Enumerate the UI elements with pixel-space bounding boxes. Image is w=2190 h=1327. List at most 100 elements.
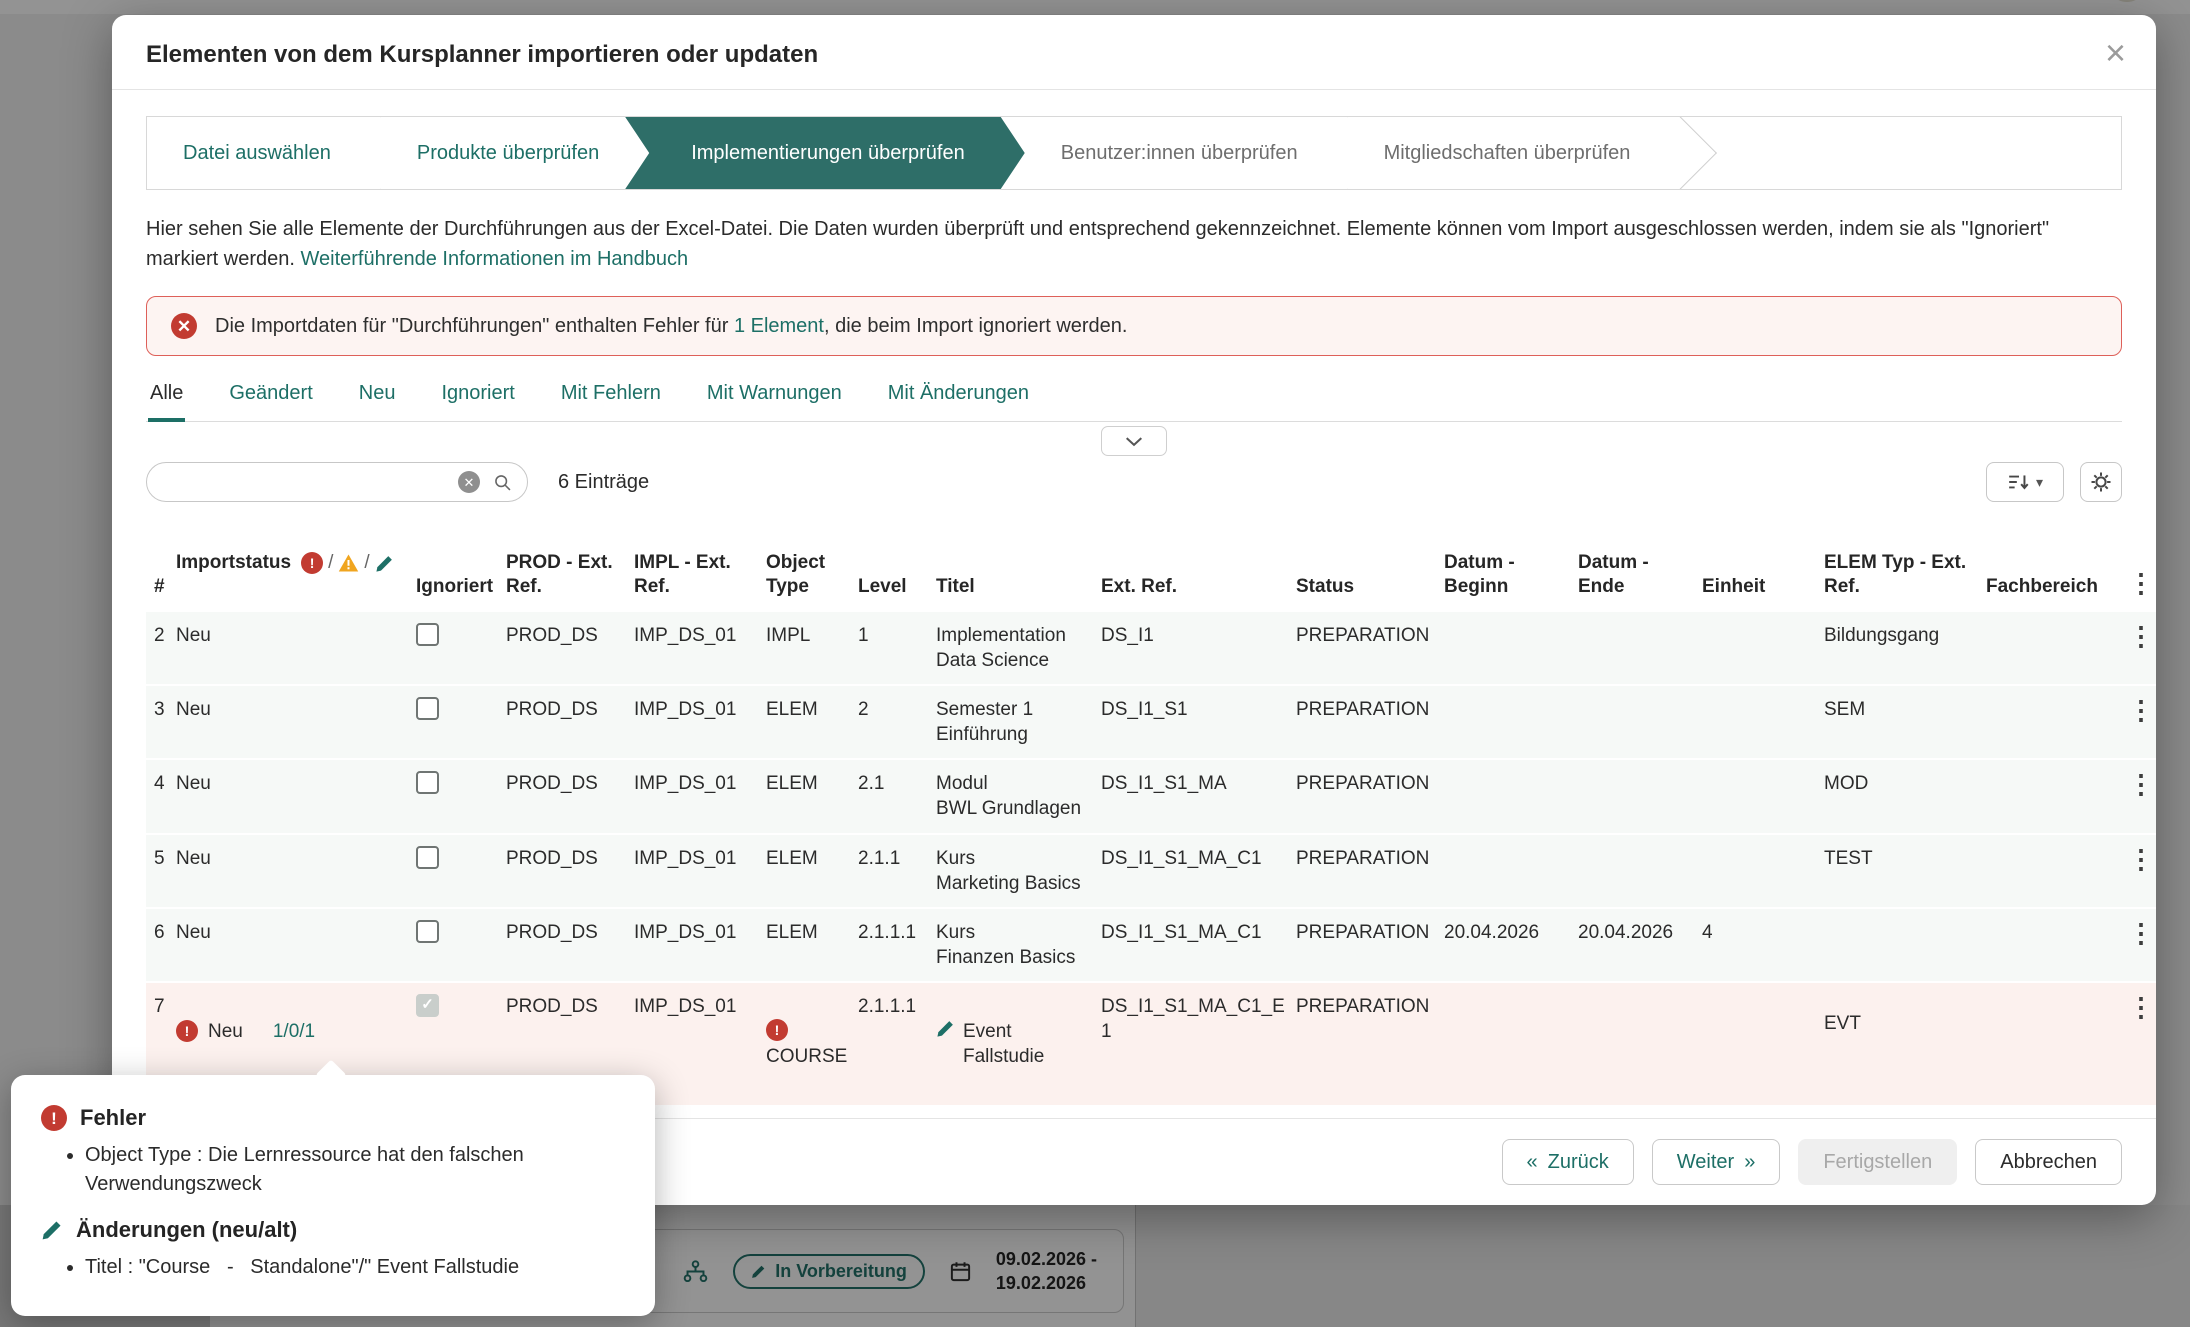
cell-datum-beginn	[1444, 982, 1578, 1106]
sort-button[interactable]: ▾	[1986, 462, 2064, 502]
tab-mit-aenderungen[interactable]: Mit Änderungen	[886, 382, 1031, 421]
table-row: 6 Neu PROD_DS IMP_DS_01 ELEM 2.1.1.1 Kur…	[146, 908, 2156, 982]
handbuch-link[interactable]: Weiterführende Informationen im Handbuch	[301, 248, 689, 270]
pencil-icon	[936, 1019, 955, 1038]
search-input[interactable]	[167, 471, 446, 493]
tab-mit-warnungen[interactable]: Mit Warnungen	[705, 382, 844, 421]
col-einheit: Einheit	[1702, 522, 1824, 612]
step-mitgliedschaften-ueberpruefen[interactable]: Mitgliedschaften überprüfen	[1348, 117, 1681, 189]
search-icon[interactable]	[492, 472, 513, 493]
cell-actions: ⋮	[2128, 982, 2156, 1106]
row-menu-kebab-icon[interactable]: ⋮	[2128, 695, 2154, 725]
col-impl-ext-ref: IMPL - Ext. Ref.	[634, 522, 766, 612]
sort-icon	[2007, 472, 2031, 492]
step-implementierungen-ueberpruefen[interactable]: Implementierungen überprüfen	[625, 117, 1025, 189]
clear-search-icon[interactable]: ✕	[458, 471, 480, 493]
close-icon[interactable]: ×	[2105, 35, 2126, 71]
ignoriert-checkbox[interactable]	[416, 920, 439, 943]
cell-status: PREPARATION	[1296, 908, 1444, 982]
row-menu-kebab-icon[interactable]: ⋮	[2128, 918, 2154, 948]
cell-actions: ⋮	[2128, 908, 2156, 982]
table-toolbar: ✕ 6 Einträge ▾	[146, 462, 2122, 502]
error-alert-text: Die Importdaten für "Durchführungen" ent…	[215, 315, 1127, 338]
row-menu-kebab-icon[interactable]: ⋮	[2128, 769, 2154, 799]
ignoriert-checkbox[interactable]	[416, 623, 439, 646]
cell-num: 6	[146, 908, 176, 982]
cell-einheit	[1702, 685, 1824, 759]
collapse-filters-button[interactable]	[1101, 426, 1167, 456]
cancel-button[interactable]: Abbrechen	[1975, 1139, 2122, 1185]
cell-einheit	[1702, 759, 1824, 833]
cell-einheit: 4	[1702, 908, 1824, 982]
step-produkte-ueberpruefen[interactable]: Produkte überprüfen	[381, 117, 649, 189]
cell-actions: ⋮	[2128, 834, 2156, 908]
col-fachbereich: Fachbereich	[1986, 522, 2128, 612]
cell-titel: Modul BWL Grundlagen	[936, 759, 1101, 833]
ignoriert-checkbox[interactable]	[416, 846, 439, 869]
back-button[interactable]: «Zurück	[1502, 1139, 1634, 1185]
step-label: Benutzer:innen überprüfen	[1061, 142, 1298, 165]
error-icon: ✕	[171, 313, 197, 339]
row-menu-kebab-icon[interactable]: ⋮	[2128, 992, 2154, 1022]
cell-impl-ext-ref: IMP_DS_01	[634, 612, 766, 685]
cell-datum-beginn: 20.04.2026	[1444, 908, 1578, 982]
step-datei-auswaehlen[interactable]: Datei auswählen	[147, 117, 381, 189]
cell-datum-ende	[1578, 759, 1702, 833]
row-menu-kebab-icon[interactable]: ⋮	[2128, 621, 2154, 651]
finish-button: Fertigstellen	[1798, 1139, 1957, 1185]
error-counts-link[interactable]: 1/0/1	[273, 1019, 315, 1044]
error-alert: ✕ Die Importdaten für "Durchführungen" e…	[146, 296, 2122, 356]
table-settings-button[interactable]	[2080, 462, 2122, 502]
cell-ignoriert	[416, 759, 506, 833]
ignoriert-checkbox[interactable]	[416, 697, 439, 720]
step-label: Implementierungen überprüfen	[691, 142, 965, 165]
cell-prod-ext-ref: PROD_DS	[506, 685, 634, 759]
chevron-down-icon	[1125, 436, 1143, 447]
popover-changes-item: Titel : "Course - Standalone"/" Event Fa…	[85, 1253, 625, 1282]
cell-importstatus: Neu	[176, 834, 416, 908]
col-titel: Titel	[936, 522, 1101, 612]
cell-datum-beginn	[1444, 834, 1578, 908]
tab-ignoriert[interactable]: Ignoriert	[439, 382, 516, 421]
modal-body: Datei auswählen Produkte überprüfen Impl…	[112, 90, 2156, 1118]
cell-prod-ext-ref: PROD_DS	[506, 612, 634, 685]
cell-importstatus: Neu	[176, 612, 416, 685]
cell-ext-ref: DS_I1_S1_MA	[1101, 759, 1296, 833]
cell-fachbereich	[1986, 834, 2128, 908]
cell-fachbereich	[1986, 982, 2128, 1106]
cell-level: 2.1.1.1	[858, 908, 936, 982]
col-num: #	[146, 522, 176, 612]
tab-geaendert[interactable]: Geändert	[227, 382, 314, 421]
cell-titel: Event Fallstudie	[936, 982, 1101, 1106]
step-label: Mitgliedschaften überprüfen	[1384, 142, 1631, 165]
cell-ignoriert	[416, 685, 506, 759]
status-legend: !/ /	[301, 551, 394, 576]
cell-level: 2.1	[858, 759, 936, 833]
cell-status: PREPARATION	[1296, 685, 1444, 759]
slash-separator: /	[364, 551, 369, 576]
col-actions: ⋮	[2128, 522, 2156, 612]
cell-impl-ext-ref: IMP_DS_01	[634, 908, 766, 982]
error-element-link[interactable]: 1 Element	[734, 315, 824, 337]
header-menu-kebab-icon[interactable]: ⋮	[2128, 568, 2154, 598]
cell-actions: ⋮	[2128, 685, 2156, 759]
tab-neu[interactable]: Neu	[357, 382, 398, 421]
error-icon: !	[176, 1020, 198, 1042]
cell-datum-beginn	[1444, 759, 1578, 833]
import-elements-table: # Importstatus !/ / Ignoriert PROD - Ex	[146, 522, 2156, 1107]
titel-label: Event Fallstudie	[963, 1019, 1044, 1069]
tab-mit-fehlern[interactable]: Mit Fehlern	[559, 382, 663, 421]
tab-alle[interactable]: Alle	[148, 382, 185, 422]
cell-ext-ref: DS_I1_S1_MA_C1	[1101, 834, 1296, 908]
cell-datum-ende	[1578, 834, 1702, 908]
cell-datum-ende	[1578, 612, 1702, 685]
step-benutzerinnen-ueberpruefen[interactable]: Benutzer:innen überprüfen	[1025, 117, 1348, 189]
cell-status: PREPARATION	[1296, 982, 1444, 1106]
cell-datum-ende: 20.04.2026	[1578, 908, 1702, 982]
cell-ext-ref: DS_I1_S1_MA_C1	[1101, 908, 1296, 982]
row-menu-kebab-icon[interactable]: ⋮	[2128, 844, 2154, 874]
next-button[interactable]: Weiter»	[1652, 1139, 1781, 1185]
cell-elem-typ: MOD	[1824, 759, 1986, 833]
ignoriert-checkbox[interactable]	[416, 771, 439, 794]
cell-ext-ref: DS_I1	[1101, 612, 1296, 685]
